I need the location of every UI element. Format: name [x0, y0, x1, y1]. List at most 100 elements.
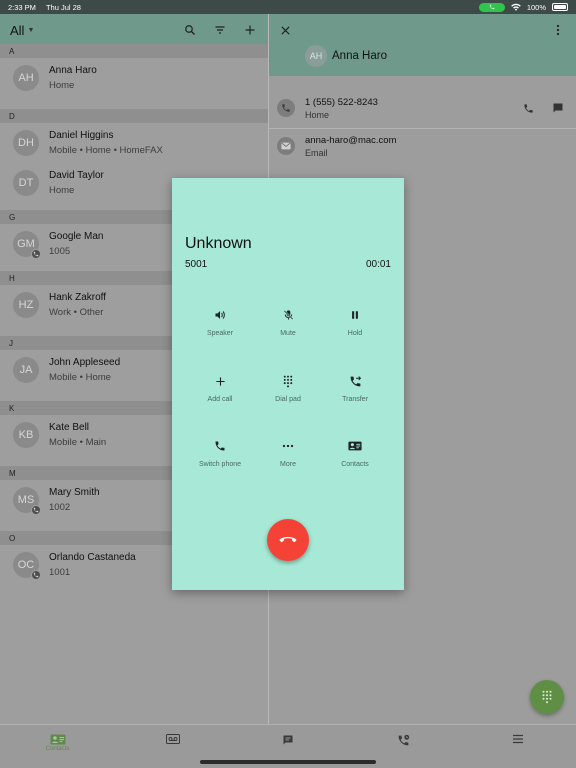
email-icon: [277, 137, 295, 155]
add-contact-button[interactable]: [242, 22, 258, 38]
plus-icon: [215, 376, 225, 386]
mute-label: Mute: [280, 330, 296, 337]
menu-icon: [513, 734, 524, 744]
add-call-label: Add call: [207, 396, 233, 403]
dialpad-icon: [542, 690, 552, 704]
close-icon: [280, 25, 290, 35]
avatar-initials: MS: [17, 494, 35, 506]
contact-row[interactable]: DH Daniel Higgins Mobile • Home • HomeFAX: [0, 123, 268, 163]
dialpad-icon: [283, 375, 293, 387]
caller-name: Unknown: [185, 235, 252, 252]
contacts-header: All ▼: [0, 14, 268, 46]
overflow-menu-button[interactable]: [550, 22, 566, 38]
contact-name: Hank Zakroff: [49, 292, 107, 303]
avatar-initials: HZ: [18, 299, 34, 311]
avatar: KB: [13, 422, 39, 448]
contact-name: Mary Smith: [49, 487, 100, 498]
dial-pad-label: Dial pad: [275, 396, 301, 403]
contact-subtitle: 1002: [49, 502, 71, 513]
avatar: MS: [13, 487, 41, 515]
call-button[interactable]: [520, 100, 536, 116]
active-call-pill[interactable]: [478, 2, 505, 12]
contact-name: Daniel Higgins: [49, 130, 114, 141]
avatar-initials: AH: [18, 72, 34, 84]
nav-menu[interactable]: [461, 725, 576, 768]
contact-name: John Appleseed: [49, 357, 121, 368]
email-address: anna-haro@mac.com: [305, 134, 397, 146]
more-button[interactable]: More: [253, 439, 323, 468]
avatar: AH: [13, 65, 39, 91]
section-header-d: D: [0, 109, 268, 123]
sort-button[interactable]: [212, 22, 228, 38]
section-header-a: A: [0, 44, 268, 58]
mic-off-icon: [283, 310, 293, 320]
end-call-button[interactable]: [267, 519, 309, 561]
end-call-icon: [279, 537, 297, 543]
phone-badge-icon: [31, 249, 41, 259]
contacts-label: Contacts: [341, 461, 369, 468]
contacts-button[interactable]: Contacts: [320, 439, 390, 468]
voicemail-icon: [165, 734, 180, 744]
switch-phone-button[interactable]: Switch phone: [185, 439, 255, 468]
avatar: DT: [13, 170, 39, 196]
detail-name: Anna Haro: [332, 50, 387, 62]
contact-row[interactable]: AH Anna Haro Home: [0, 58, 268, 98]
dial-pad-button[interactable]: Dial pad: [253, 374, 323, 403]
avatar-initials: DH: [18, 137, 34, 149]
detail-avatar: AH: [305, 45, 327, 67]
phone-number: 1 (555) 522-8243: [305, 96, 378, 108]
avatar: OC: [13, 552, 41, 580]
transfer-label: Transfer: [342, 396, 368, 403]
contact-subtitle: Mobile • Home • HomeFAX: [49, 145, 163, 156]
detail-header: AH Anna Haro: [269, 14, 576, 76]
status-time: 2:33 PM: [8, 2, 36, 12]
contact-subtitle: Home: [49, 80, 75, 91]
contact-name: Google Man: [49, 231, 104, 242]
speaker-icon: [215, 311, 225, 319]
contacts-icon: [348, 441, 362, 451]
nav-contacts-label: Contacts: [45, 746, 70, 752]
avatar: DH: [13, 130, 39, 156]
speaker-button[interactable]: Speaker: [185, 308, 255, 337]
pause-icon: [352, 311, 358, 319]
transfer-button[interactable]: Transfer: [320, 374, 390, 403]
avatar-initials: GM: [17, 238, 35, 250]
search-icon: [185, 25, 195, 35]
add-call-button[interactable]: Add call: [185, 374, 255, 403]
chevron-down-icon: ▼: [27, 26, 35, 34]
speaker-label: Speaker: [206, 330, 234, 337]
contacts-icon: [50, 734, 66, 745]
transfer-call-icon: [350, 375, 361, 386]
close-button[interactable]: [277, 22, 293, 38]
active-call-dialog: Unknown 5001 00:01 Speaker Mute Hold Add…: [172, 178, 404, 590]
status-bar: 2:33 PM Thu Jul 28 100%: [0, 0, 576, 14]
filter-label: All: [10, 22, 25, 38]
contact-subtitle: 1001: [49, 567, 71, 578]
contact-subtitle: Mobile • Main: [49, 437, 107, 448]
contact-subtitle: Work • Other: [49, 307, 104, 318]
battery-percent: 100%: [526, 2, 546, 12]
filter-dropdown[interactable]: All ▼: [10, 23, 34, 38]
contact-name: David Taylor: [49, 170, 104, 181]
avatar-initials: DT: [18, 177, 34, 189]
contact-subtitle: Home: [49, 185, 75, 196]
mute-button[interactable]: Mute: [253, 308, 323, 337]
message-button[interactable]: [550, 100, 566, 116]
dialpad-fab[interactable]: [530, 680, 564, 714]
nav-contacts[interactable]: Contacts: [0, 725, 115, 768]
home-indicator[interactable]: [200, 760, 376, 764]
contact-name: Anna Haro: [49, 65, 97, 76]
status-date: Thu Jul 28: [45, 2, 81, 12]
phone-icon: [523, 103, 533, 113]
avatar-initials: OC: [17, 559, 35, 571]
email-row[interactable]: anna-haro@mac.com Email: [269, 128, 576, 164]
avatar: JA: [13, 357, 39, 383]
contact-name: Orlando Castaneda: [49, 552, 136, 563]
phone-row[interactable]: 1 (555) 522-8243 Home: [269, 90, 576, 126]
search-button[interactable]: [182, 22, 198, 38]
avatar-initials: JA: [19, 364, 33, 376]
message-icon: [283, 735, 293, 745]
hold-button[interactable]: Hold: [320, 308, 390, 337]
avatar-initials: KB: [18, 429, 34, 441]
contact-subtitle: Mobile • Home: [49, 372, 111, 383]
